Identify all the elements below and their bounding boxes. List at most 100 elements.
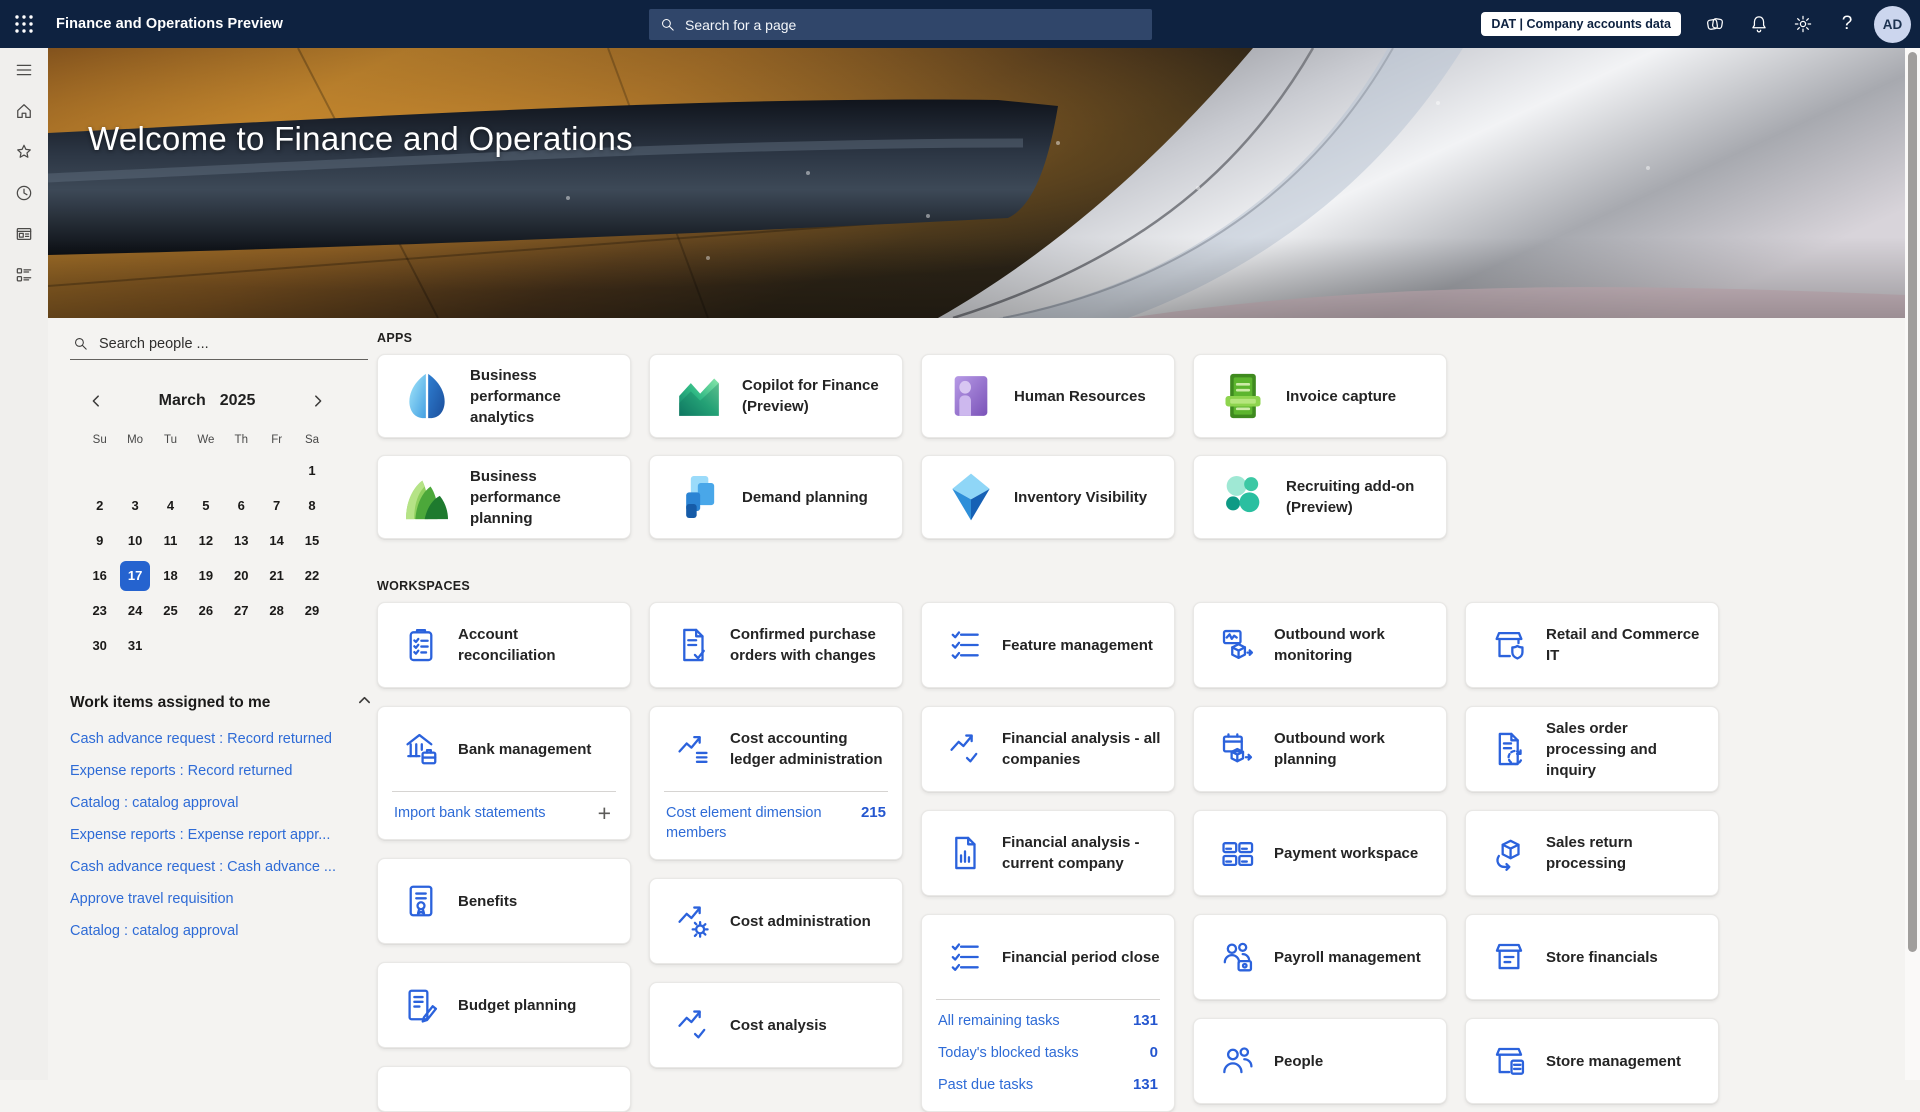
- app-launcher-icon[interactable]: [0, 0, 48, 48]
- app-tile[interactable]: Human Resources: [921, 354, 1175, 438]
- work-item-link[interactable]: Expense reports : Record returned: [70, 755, 374, 787]
- workspace-tile[interactable]: Budget planning: [377, 962, 631, 1048]
- calendar-day[interactable]: 25: [153, 593, 188, 628]
- workspace-tile[interactable]: Cost analysis: [649, 982, 903, 1068]
- page-search-input[interactable]: Search for a page: [649, 9, 1152, 40]
- calendar-day[interactable]: 23: [82, 593, 117, 628]
- workspace-tile[interactable]: Outbound work planning: [1193, 706, 1447, 792]
- calendar-next-icon[interactable]: [304, 387, 332, 415]
- tile-link[interactable]: Today's blocked tasks: [938, 1043, 1079, 1063]
- app-tile[interactable]: Demand planning: [649, 455, 903, 539]
- notifications-bell-icon[interactable]: [1737, 0, 1781, 48]
- copilot-icon[interactable]: [1693, 0, 1737, 48]
- nav-rail-icon[interactable]: [8, 99, 40, 123]
- add-icon[interactable]: +: [598, 803, 614, 823]
- calendar-day[interactable]: 3: [117, 488, 152, 523]
- calendar-day[interactable]: 16: [82, 558, 117, 593]
- calendar-day[interactable]: 21: [259, 558, 294, 593]
- people-search-input[interactable]: Search people ...: [70, 331, 368, 360]
- app-tile[interactable]: Recruiting add-on (Preview): [1193, 455, 1447, 539]
- settings-gear-icon[interactable]: [1781, 0, 1825, 48]
- calendar-day[interactable]: 1: [294, 453, 329, 488]
- workspace-tile[interactable]: Sales order processing and inquiry: [1465, 706, 1719, 792]
- workspace-tile[interactable]: Account reconciliation: [377, 602, 631, 688]
- app-tile[interactable]: Inventory Visibility: [921, 455, 1175, 539]
- calendar-day[interactable]: 13: [224, 523, 259, 558]
- user-avatar[interactable]: AD: [1874, 6, 1911, 43]
- help-icon[interactable]: ?: [1825, 0, 1869, 48]
- scrollbar-thumb[interactable]: [1908, 52, 1917, 952]
- workspace-tile[interactable]: Outbound work monitoring: [1193, 602, 1447, 688]
- nav-rail-icon[interactable]: [8, 222, 40, 246]
- calendar-day[interactable]: 6: [224, 488, 259, 523]
- workspace-tile[interactable]: Benefits: [377, 858, 631, 944]
- calendar-day[interactable]: 31: [117, 628, 152, 663]
- calendar-day[interactable]: 27: [224, 593, 259, 628]
- tile-link[interactable]: All remaining tasks: [938, 1011, 1060, 1031]
- workspace-tile[interactable]: Store management: [1465, 1018, 1719, 1104]
- workspace-tile[interactable]: Financial period closeAll remaining task…: [921, 914, 1175, 1112]
- search-icon: [72, 335, 89, 352]
- calendar-day[interactable]: 30: [82, 628, 117, 663]
- workspace-tile[interactable]: Cost administration: [649, 878, 903, 964]
- calendar-day[interactable]: 26: [188, 593, 223, 628]
- work-item-link[interactable]: Cash advance request : Cash advance ...: [70, 851, 374, 883]
- calendar-day[interactable]: 18: [153, 558, 188, 593]
- work-items-header[interactable]: Work items assigned to me: [70, 693, 374, 713]
- tile-link[interactable]: Import bank statements: [394, 803, 546, 823]
- work-item-link[interactable]: Cash advance request : Record returned: [70, 723, 374, 755]
- workspace-tile[interactable]: People: [1193, 1018, 1447, 1104]
- workspace-tile[interactable]: Confirmed purchase orders with changes: [649, 602, 903, 688]
- calendar-day[interactable]: 24: [117, 593, 152, 628]
- calendar-day[interactable]: 19: [188, 558, 223, 593]
- app-tile[interactable]: Invoice capture: [1193, 354, 1447, 438]
- bpa-icon: [399, 368, 455, 424]
- workspace-tile[interactable]: Payment workspace: [1193, 810, 1447, 896]
- workspace-tile[interactable]: Payroll management: [1193, 914, 1447, 1000]
- calendar-day[interactable]: 4: [153, 488, 188, 523]
- calendar-day[interactable]: 15: [294, 523, 329, 558]
- calendar-day[interactable]: 14: [259, 523, 294, 558]
- work-item-link[interactable]: Expense reports : Expense report appr...: [70, 819, 374, 851]
- app-tile[interactable]: Business performance planning: [377, 455, 631, 539]
- app-tile[interactable]: Business performance analytics: [377, 354, 631, 438]
- calendar-day: [188, 453, 223, 488]
- environment-badge[interactable]: DAT | Company accounts data: [1481, 12, 1681, 36]
- calendar-day[interactable]: 9: [82, 523, 117, 558]
- calendar-day[interactable]: 28: [259, 593, 294, 628]
- app-tile[interactable]: Copilot for Finance (Preview): [649, 354, 903, 438]
- human_resources-icon: [943, 368, 999, 424]
- nav-rail-icon[interactable]: [8, 140, 40, 164]
- calendar-title: March2025: [110, 392, 304, 410]
- workspace-tile[interactable]: Store financials: [1465, 914, 1719, 1000]
- tile-link[interactable]: Past due tasks: [938, 1075, 1033, 1095]
- calendar-day[interactable]: 7: [259, 488, 294, 523]
- workspace-tile[interactable]: Feature management: [921, 602, 1175, 688]
- workspace-tile[interactable]: Financial analysis - all companies: [921, 706, 1175, 792]
- workspace-tile[interactable]: Bank managementImport bank statements+: [377, 706, 631, 840]
- calendar-day[interactable]: 22: [294, 558, 329, 593]
- nav-rail-icon[interactable]: [8, 181, 40, 205]
- nav-rail-icon[interactable]: [8, 263, 40, 287]
- calendar-day[interactable]: 11: [153, 523, 188, 558]
- calendar-day[interactable]: 8: [294, 488, 329, 523]
- workspace-tile-partial[interactable]: [377, 1066, 631, 1112]
- work-item-link[interactable]: Catalog : catalog approval: [70, 787, 374, 819]
- work-item-link[interactable]: Catalog : catalog approval: [70, 915, 374, 947]
- calendar-day[interactable]: 12: [188, 523, 223, 558]
- calendar-day-selected[interactable]: 17: [117, 558, 152, 593]
- workspace-tile[interactable]: Sales return processing: [1465, 810, 1719, 896]
- calendar-day[interactable]: 10: [117, 523, 152, 558]
- calendar-weekday: Th: [224, 427, 259, 453]
- tile-link[interactable]: Cost element dimension members: [666, 803, 851, 843]
- calendar-day[interactable]: 5: [188, 488, 223, 523]
- calendar-day[interactable]: 2: [82, 488, 117, 523]
- workspace-tile[interactable]: Retail and Commerce IT: [1465, 602, 1719, 688]
- workspace-tile[interactable]: Cost accounting ledger administrationCos…: [649, 706, 903, 860]
- calendar-prev-icon[interactable]: [82, 387, 110, 415]
- calendar-day[interactable]: 20: [224, 558, 259, 593]
- work-item-link[interactable]: Approve travel requisition: [70, 883, 374, 915]
- workspace-tile[interactable]: Financial analysis - current company: [921, 810, 1175, 896]
- nav-rail-icon[interactable]: [8, 58, 40, 82]
- calendar-day[interactable]: 29: [294, 593, 329, 628]
